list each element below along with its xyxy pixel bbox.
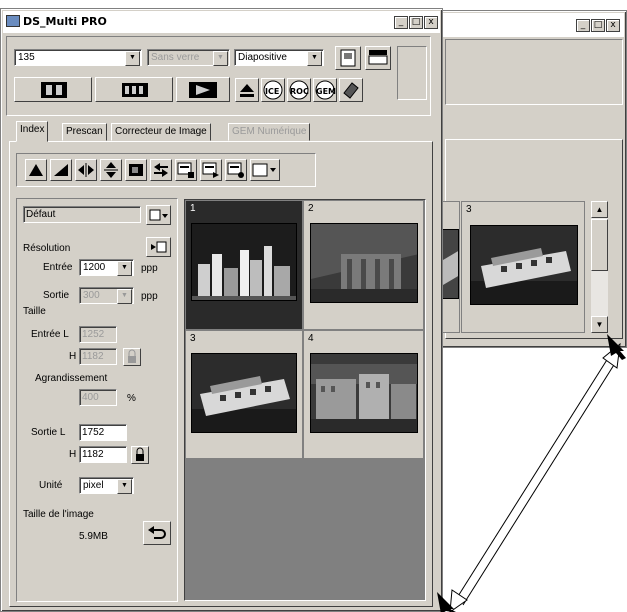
resize-annotation bbox=[437, 334, 626, 612]
tab-index[interactable]: Index bbox=[16, 121, 49, 142]
tab-index-label: Index bbox=[20, 124, 45, 135]
double-arrow-icon bbox=[449, 342, 621, 612]
